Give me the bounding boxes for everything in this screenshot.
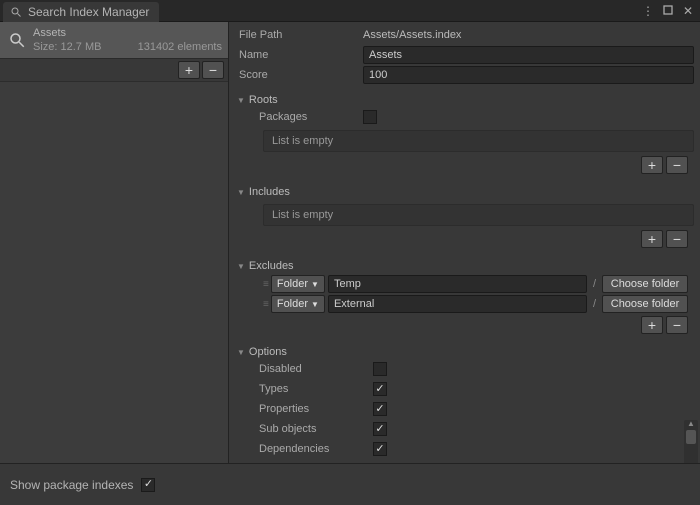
- option-checkbox-types[interactable]: ✓: [373, 382, 387, 396]
- footer: Show package indexes ✓: [0, 463, 700, 505]
- option-label: Dependencies: [253, 443, 373, 455]
- window-title: Search Index Manager: [28, 5, 149, 19]
- drag-handle-icon[interactable]: ≡: [263, 279, 268, 290]
- choose-folder-button[interactable]: Choose folder: [602, 275, 688, 293]
- chevron-down-icon: ▼: [237, 262, 245, 271]
- option-checkbox-dependencies[interactable]: ✓: [373, 442, 387, 456]
- scrollbar-thumb[interactable]: [686, 430, 696, 444]
- file-path-label: File Path: [233, 29, 363, 41]
- separator: /: [590, 278, 599, 290]
- name-field[interactable]: [363, 46, 694, 64]
- option-label: Disabled: [253, 363, 373, 375]
- maximize-icon[interactable]: [660, 4, 676, 18]
- option-checkbox-disabled[interactable]: [373, 362, 387, 376]
- includes-remove-button[interactable]: −: [666, 230, 688, 248]
- option-checkbox-properties[interactable]: ✓: [373, 402, 387, 416]
- magnifier-icon: [6, 29, 28, 51]
- show-package-indexes-checkbox[interactable]: ✓: [141, 478, 155, 492]
- chevron-down-icon: ▼: [311, 300, 319, 309]
- file-path-value: Assets/Assets.index: [363, 29, 694, 41]
- index-name: Assets: [33, 26, 222, 40]
- remove-index-button[interactable]: −: [202, 61, 224, 79]
- exclude-value-field[interactable]: [328, 275, 587, 293]
- option-label: Types: [253, 383, 373, 395]
- roots-foldout[interactable]: ▼ Roots: [233, 92, 694, 108]
- index-size: Size: 12.7 MB: [33, 40, 101, 54]
- option-checkbox-subobjects[interactable]: ✓: [373, 422, 387, 436]
- chevron-down-icon: ▼: [237, 96, 245, 105]
- separator: /: [590, 298, 599, 310]
- kebab-icon[interactable]: ⋮: [640, 4, 656, 18]
- excludes-add-button[interactable]: +: [641, 316, 663, 334]
- window-tab[interactable]: Search Index Manager: [3, 2, 159, 22]
- score-label: Score: [233, 69, 363, 81]
- exclude-row: ≡ Folder ▼ / Choose folder: [233, 294, 694, 314]
- name-label: Name: [233, 49, 363, 61]
- exclude-value-field[interactable]: [328, 295, 587, 313]
- options-title: Options: [249, 346, 287, 358]
- options-foldout[interactable]: ▼ Options: [233, 344, 694, 360]
- score-field[interactable]: [363, 66, 694, 84]
- excludes-remove-button[interactable]: −: [666, 316, 688, 334]
- drag-handle-icon[interactable]: ≡: [263, 299, 268, 310]
- chevron-down-icon: ▼: [237, 188, 245, 197]
- excludes-foldout[interactable]: ▼ Excludes: [233, 258, 694, 274]
- window-titlebar: Search Index Manager ⋮ ✕: [0, 0, 700, 22]
- exclude-type-dropdown[interactable]: Folder ▼: [271, 275, 325, 293]
- scrollbar-vertical[interactable]: ▲ ▼: [684, 420, 698, 463]
- close-icon[interactable]: ✕: [680, 4, 696, 18]
- roots-empty: List is empty: [263, 130, 694, 152]
- includes-add-button[interactable]: +: [641, 230, 663, 248]
- includes-title: Includes: [249, 186, 290, 198]
- excludes-title: Excludes: [249, 260, 294, 272]
- includes-empty: List is empty: [263, 204, 694, 226]
- exclude-row: ≡ Folder ▼ / Choose folder: [233, 274, 694, 294]
- details-panel: File Path Assets/Assets.index Name Score…: [229, 22, 700, 463]
- exclude-type-label: Folder: [277, 298, 308, 310]
- packages-checkbox[interactable]: [363, 110, 377, 124]
- option-label: Sub objects: [253, 423, 373, 435]
- option-label: Properties: [253, 403, 373, 415]
- search-icon: [9, 5, 23, 19]
- roots-title: Roots: [249, 94, 278, 106]
- index-item-selected[interactable]: Assets Size: 12.7 MB 131402 elements: [0, 22, 228, 59]
- includes-foldout[interactable]: ▼ Includes: [233, 184, 694, 200]
- add-index-button[interactable]: +: [178, 61, 200, 79]
- exclude-type-dropdown[interactable]: Folder ▼: [271, 295, 325, 313]
- chevron-down-icon: ▼: [237, 348, 245, 357]
- chevron-down-icon: ▼: [311, 280, 319, 289]
- exclude-type-label: Folder: [277, 278, 308, 290]
- index-sidebar: Assets Size: 12.7 MB 131402 elements + −: [0, 22, 229, 463]
- roots-add-button[interactable]: +: [641, 156, 663, 174]
- index-elements: 131402 elements: [138, 40, 222, 54]
- scroll-up-icon[interactable]: ▲: [684, 420, 698, 428]
- roots-remove-button[interactable]: −: [666, 156, 688, 174]
- choose-folder-button[interactable]: Choose folder: [602, 295, 688, 313]
- show-package-indexes-label: Show package indexes: [10, 478, 133, 492]
- packages-label: Packages: [253, 111, 363, 123]
